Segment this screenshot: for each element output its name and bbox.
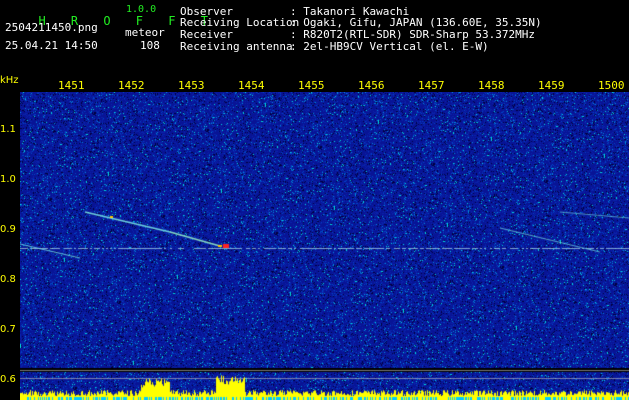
time-axis: 1451 1452 1453 1454 1455 1456 1457 1458 … [20, 79, 629, 93]
date-time: 25.04.21 14:50 [5, 39, 98, 52]
time-tick: 1459 [538, 79, 565, 92]
time-tick: 1453 [178, 79, 205, 92]
frequency-unit-label: kHz [0, 75, 19, 86]
time-tick: 1455 [298, 79, 325, 92]
event-type: meteor [125, 26, 165, 39]
app-version: 1.0.0 [126, 4, 157, 15]
time-tick: 1451 [58, 79, 85, 92]
freq-tick: 1.0 [0, 174, 16, 185]
freq-tick: 1.1 [0, 124, 16, 135]
antenna-value: : 2el-HB9CV Vertical (el. E-W) [290, 40, 489, 53]
time-tick: 1458 [478, 79, 505, 92]
time-tick: 1456 [358, 79, 385, 92]
event-count: 108 [140, 39, 160, 52]
freq-tick: 0.9 [0, 224, 16, 235]
file-name: 2504211450.png [5, 21, 98, 34]
freq-tick: 0.8 [0, 274, 16, 285]
spectrogram-display [20, 92, 629, 400]
freq-tick: 0.7 [0, 324, 16, 335]
time-tick: 1500 [598, 79, 625, 92]
freq-tick: 0.6 [0, 374, 16, 385]
time-tick: 1452 [118, 79, 145, 92]
antenna-label: Receiving antenna [180, 40, 293, 53]
time-tick: 1454 [238, 79, 265, 92]
time-tick: 1457 [418, 79, 445, 92]
